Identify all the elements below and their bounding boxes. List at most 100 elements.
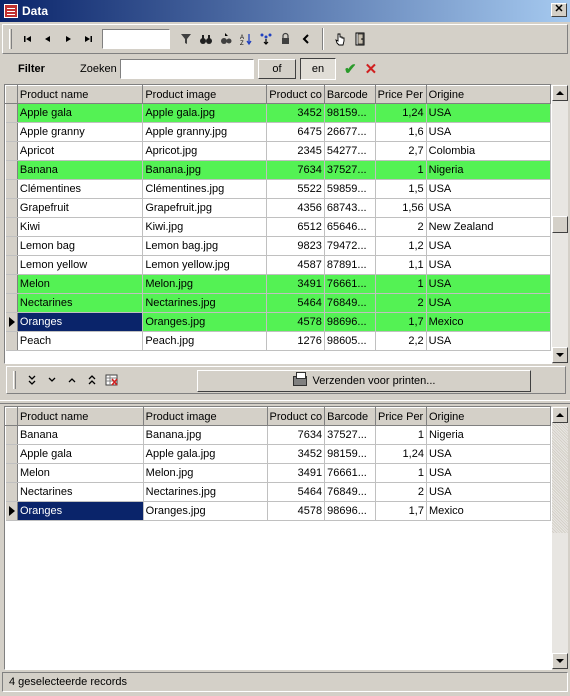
cell-image[interactable]: Clémentines.jpg	[142, 179, 268, 199]
cell-price[interactable]: 2	[375, 293, 427, 313]
record-number-input[interactable]	[102, 29, 170, 49]
move-down-button[interactable]	[42, 370, 62, 390]
cell-origin[interactable]: USA	[426, 444, 551, 464]
cell-origin[interactable]: USA	[426, 463, 551, 483]
cell-code[interactable]: 6512	[266, 217, 325, 237]
col-header-product-image[interactable]: Product image	[142, 85, 268, 104]
cell-origin[interactable]: Colombia	[426, 141, 551, 161]
table-row[interactable]: Nectarines Nectarines.jpg 5464 76849... 2 USA	[5, 482, 551, 502]
row-indicator[interactable]	[5, 312, 18, 332]
last-record-button[interactable]	[78, 29, 98, 49]
cell-origin[interactable]: New Zealand	[426, 217, 551, 237]
col-header-product-code[interactable]: Product co	[266, 407, 326, 426]
cell-code[interactable]: 4356	[266, 198, 325, 218]
cell-code[interactable]: 4587	[266, 255, 325, 275]
table-row[interactable]: Apple gala Apple gala.jpg 3452 98159... 1,24…	[5, 444, 551, 464]
col-header-product-image[interactable]: Product image	[142, 407, 268, 426]
cell-price[interactable]: 1	[375, 463, 427, 483]
cell-barcode[interactable]: 37527...	[324, 425, 376, 445]
table-row[interactable]: Apricot Apricot.jpg 2345 54277... 2,7 Colombi…	[5, 141, 551, 161]
print-button[interactable]: Verzenden voor printen...	[197, 370, 531, 392]
cell-image[interactable]: Apricot.jpg	[142, 141, 268, 161]
cell-barcode[interactable]: 59859...	[324, 179, 376, 199]
cell-name[interactable]: Lemon bag	[17, 236, 144, 256]
cell-name[interactable]: Oranges	[17, 312, 144, 332]
table-row[interactable]: Banana Banana.jpg 7634 37527... 1 Nigeria	[5, 160, 551, 180]
cell-name[interactable]: Apple gala	[17, 103, 144, 123]
cell-origin[interactable]: Nigeria	[426, 160, 551, 180]
move-top-button[interactable]	[82, 370, 102, 390]
collapse-button[interactable]	[296, 29, 316, 49]
cell-image[interactable]: Oranges.jpg	[143, 501, 268, 521]
cell-name[interactable]: Nectarines	[17, 482, 144, 502]
cell-image[interactable]: Melon.jpg	[142, 274, 268, 294]
table-row[interactable]: Kiwi Kiwi.jpg 6512 65646... 2 New Zealand	[5, 217, 551, 237]
cell-image[interactable]: Banana.jpg	[143, 425, 268, 445]
products-grid[interactable]: Product name Product image Product co Ba…	[4, 84, 552, 364]
row-indicator[interactable]	[5, 425, 18, 445]
cell-code[interactable]: 1276	[266, 331, 325, 351]
row-indicator[interactable]	[5, 160, 18, 180]
cell-price[interactable]: 1,56	[375, 198, 427, 218]
cell-name[interactable]: Nectarines	[17, 293, 144, 313]
next-record-button[interactable]	[58, 29, 78, 49]
or-button[interactable]: of	[258, 59, 296, 79]
cell-code[interactable]: 7634	[267, 425, 326, 445]
cell-code[interactable]: 4578	[266, 312, 325, 332]
cell-code[interactable]: 5464	[266, 293, 325, 313]
apply-filter-icon[interactable]: ✔	[344, 60, 357, 78]
row-indicator[interactable]	[5, 179, 18, 199]
table-row[interactable]: Nectarines Nectarines.jpg 5464 76849... 2 USA	[5, 293, 551, 313]
cell-code[interactable]: 5522	[266, 179, 325, 199]
cell-price[interactable]: 2	[375, 217, 427, 237]
table-row[interactable]: Melon Melon.jpg 3491 76661... 1 USA	[5, 463, 551, 483]
cell-barcode[interactable]: 98605...	[324, 331, 376, 351]
cell-price[interactable]: 1,7	[375, 312, 427, 332]
cell-barcode[interactable]: 76849...	[324, 482, 376, 502]
table-row[interactable]: Lemon yellow Lemon yellow.jpg 4587 87891...…	[5, 255, 551, 275]
cell-origin[interactable]: USA	[426, 179, 551, 199]
cell-barcode[interactable]: 87891...	[324, 255, 376, 275]
cell-barcode[interactable]: 54277...	[324, 141, 376, 161]
cell-name[interactable]: Melon	[17, 463, 144, 483]
cell-origin[interactable]: Nigeria	[426, 425, 551, 445]
clear-selection-button[interactable]	[102, 370, 122, 390]
row-indicator[interactable]	[5, 141, 18, 161]
cell-image[interactable]: Apple granny.jpg	[142, 122, 268, 142]
col-header-product-name[interactable]: Product name	[16, 85, 144, 104]
row-indicator[interactable]	[5, 103, 18, 123]
toolbar-grip[interactable]	[9, 29, 12, 49]
cell-origin[interactable]: USA	[426, 482, 551, 502]
row-indicator[interactable]	[5, 274, 18, 294]
scroll-up-button[interactable]	[552, 85, 568, 101]
cell-image[interactable]: Lemon bag.jpg	[142, 236, 268, 256]
touch-button[interactable]	[330, 29, 350, 49]
exit-button[interactable]	[350, 29, 370, 49]
close-button[interactable]: ✕	[551, 3, 567, 17]
cell-name[interactable]: Lemon yellow	[17, 255, 144, 275]
cell-price[interactable]: 1	[375, 425, 427, 445]
cell-code[interactable]: 5464	[267, 482, 326, 502]
cell-name[interactable]: Apricot	[17, 141, 144, 161]
cell-price[interactable]: 1,6	[375, 122, 427, 142]
selected-records-grid[interactable]: Product name Product image Product co Ba…	[4, 406, 552, 670]
cell-origin[interactable]: USA	[426, 236, 551, 256]
cell-name[interactable]: Peach	[17, 331, 144, 351]
cell-barcode[interactable]: 76849...	[324, 293, 376, 313]
search-lock-button[interactable]	[276, 29, 296, 49]
col-header-barcode[interactable]: Barcode	[324, 407, 376, 426]
first-record-button[interactable]	[18, 29, 38, 49]
filter-binoculars-button[interactable]	[176, 29, 196, 49]
cell-origin[interactable]: USA	[426, 255, 551, 275]
cell-barcode[interactable]: 65646...	[324, 217, 376, 237]
row-indicator[interactable]	[5, 198, 18, 218]
cell-price[interactable]: 1	[375, 160, 427, 180]
col-header-origin[interactable]: Origine	[425, 407, 551, 426]
cell-price[interactable]: 1,2	[375, 236, 427, 256]
row-indicator[interactable]	[5, 122, 18, 142]
cell-origin[interactable]: USA	[426, 274, 551, 294]
cell-image[interactable]: Apple gala.jpg	[142, 103, 268, 123]
cell-barcode[interactable]: 98159...	[324, 444, 376, 464]
table-row[interactable]: Clémentines Clémentines.jpg 5522 59859... 1,…	[5, 179, 551, 199]
cell-barcode[interactable]: 68743...	[324, 198, 376, 218]
